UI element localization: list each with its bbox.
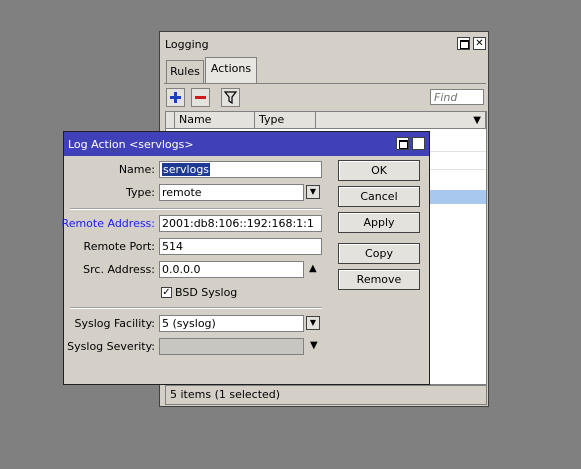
remote-address-field[interactable]: 2001:db8:106::192:168:1:1: [159, 215, 322, 232]
syslog-facility-value: 5 (syslog): [162, 317, 216, 330]
row-indicator-header: [166, 112, 175, 129]
dialog-title: Log Action <servlogs>: [68, 138, 194, 151]
separator: [70, 307, 322, 309]
tab-actions[interactable]: Actions: [205, 57, 257, 84]
close-icon[interactable]: ✕: [473, 37, 486, 50]
column-header-name[interactable]: Name: [175, 112, 255, 129]
tab-rules-label: Rules: [170, 65, 200, 78]
remote-address-value: 2001:db8:106::192:168:1:1: [162, 217, 314, 230]
cancel-button[interactable]: Cancel: [338, 186, 420, 207]
dialog-titlebar[interactable]: Log Action <servlogs> ✕: [64, 132, 429, 156]
log-action-dialog: Log Action <servlogs> ✕ Name: servlogs T…: [62, 131, 430, 385]
remote-port-label: Remote Port:: [83, 240, 155, 253]
find-input[interactable]: [430, 89, 484, 105]
copy-button-label: Copy: [365, 247, 393, 260]
apply-button-label: Apply: [363, 216, 395, 229]
remote-address-label: Remote Address:: [61, 217, 155, 230]
column-chooser[interactable]: ▼: [316, 112, 486, 129]
cancel-button-label: Cancel: [360, 190, 398, 203]
copy-button[interactable]: Copy: [338, 243, 420, 264]
column-name-label: Name: [179, 113, 212, 126]
tab-actions-label: Actions: [210, 62, 252, 75]
apply-button[interactable]: Apply: [338, 212, 420, 233]
syslog-severity-select[interactable]: [159, 338, 304, 355]
collapse-up-icon[interactable]: ▲: [309, 263, 317, 274]
close-icon[interactable]: ✕: [412, 137, 425, 150]
type-dropdown-icon[interactable]: ▼: [306, 185, 320, 199]
remove-icon[interactable]: [191, 88, 210, 107]
maximize-icon[interactable]: [396, 137, 409, 150]
status-text: 5 items (1 selected): [170, 388, 281, 401]
ok-button-label: OK: [371, 164, 387, 177]
tab-divider: [164, 83, 486, 84]
ok-button[interactable]: OK: [338, 160, 420, 181]
syslog-facility-dropdown-icon[interactable]: ▼: [306, 316, 320, 330]
type-label: Type:: [126, 186, 155, 199]
syslog-severity-dropdown-icon[interactable]: ▼: [310, 340, 318, 351]
remote-port-value: 514: [162, 240, 183, 253]
status-bar: 5 items (1 selected): [165, 385, 487, 405]
column-type-label: Type: [259, 113, 285, 126]
remote-port-field[interactable]: 514: [159, 238, 322, 255]
tab-rules[interactable]: Rules: [166, 60, 204, 84]
type-select[interactable]: remote: [159, 184, 304, 201]
logging-title: Logging: [165, 38, 209, 51]
src-address-field[interactable]: 0.0.0.0: [159, 261, 304, 278]
remove-button-label: Remove: [356, 273, 402, 286]
bsd-syslog-label: BSD Syslog: [175, 286, 238, 299]
type-value: remote: [162, 186, 202, 199]
add-icon[interactable]: [166, 88, 185, 107]
logging-titlebar[interactable]: Logging ✕: [160, 32, 488, 56]
remove-button[interactable]: Remove: [338, 269, 420, 290]
maximize-icon[interactable]: [457, 37, 470, 50]
name-value: servlogs: [162, 163, 211, 176]
separator: [70, 208, 322, 210]
src-address-label: Src. Address:: [83, 263, 155, 276]
name-field[interactable]: servlogs: [159, 161, 322, 178]
filter-icon[interactable]: [221, 88, 240, 107]
bsd-syslog-checkbox[interactable]: ✓: [161, 287, 172, 298]
src-address-value: 0.0.0.0: [162, 263, 201, 276]
syslog-severity-label: Syslog Severity:: [67, 340, 155, 353]
syslog-facility-label: Syslog Facility:: [74, 317, 156, 330]
syslog-facility-select[interactable]: 5 (syslog): [159, 315, 304, 332]
chevron-down-icon[interactable]: ▼: [473, 115, 481, 126]
column-header-type[interactable]: Type: [255, 112, 316, 129]
name-label: Name:: [118, 163, 155, 176]
